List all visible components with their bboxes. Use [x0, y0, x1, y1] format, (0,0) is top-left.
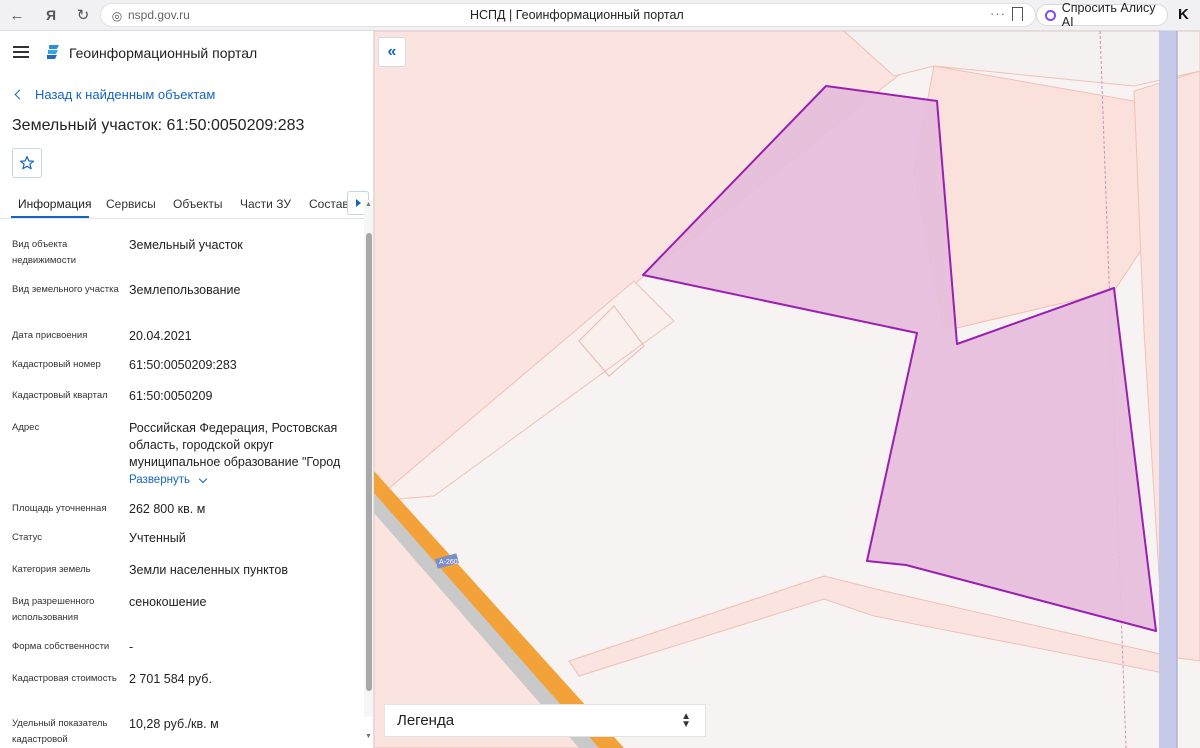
- property-value: 2 701 584 руб.: [129, 672, 212, 686]
- legend-selector[interactable]: Легенда ▲ ▼: [384, 704, 706, 737]
- reload-icon[interactable]: ↻: [72, 4, 94, 26]
- property-label: Вид земельного участка: [12, 284, 119, 295]
- property-label: Адрес: [12, 422, 40, 433]
- property-label: Площадь уточненная: [12, 503, 107, 514]
- property-label: Форма собственности: [12, 641, 110, 652]
- highway-strip: [1159, 31, 1177, 748]
- property-value: 262 800 кв. м: [129, 502, 206, 516]
- property-label: Удельный показатель кадастровой: [12, 718, 108, 745]
- ask-alice-label: Спросить Алису AI: [1061, 1, 1156, 29]
- object-info-panel: Геоинформационный портал Назад к найденн…: [0, 31, 374, 748]
- expand-address-link[interactable]: Развернуть: [129, 474, 208, 486]
- caret-right-icon: [355, 199, 361, 207]
- back-link-label: Назад к найденным объектам: [35, 87, 216, 102]
- favorite-button[interactable]: [12, 148, 42, 178]
- property-label: Кадастровый номер: [12, 359, 101, 370]
- chevron-left-icon: [14, 89, 25, 100]
- property-label: Кадастровая стоимость: [12, 673, 117, 684]
- back-arrow-icon[interactable]: ←: [6, 4, 28, 26]
- road-shield-label: А-260: [439, 559, 458, 566]
- property-label: Статус: [12, 532, 43, 543]
- legend-label: Легенда: [397, 712, 455, 729]
- page-tab-title: НСПД | Геоинформационный портал: [470, 8, 684, 22]
- property-value: сенокошение: [129, 595, 207, 609]
- site-info-icon[interactable]: ◎: [106, 5, 128, 27]
- property-value: 20.04.2021: [129, 329, 192, 343]
- property-value: 61:50:0050209:283: [129, 358, 237, 372]
- tab-services[interactable]: Сервисы: [106, 197, 156, 211]
- info-tabs: Информация Сервисы Объекты Части ЗУ Сост…: [0, 189, 373, 219]
- yandex-icon[interactable]: Я: [40, 4, 62, 26]
- tab-parts[interactable]: Части ЗУ: [240, 197, 291, 211]
- object-title: Земельный участок: 61:50:0050209:283: [12, 117, 305, 134]
- bookmark-icon[interactable]: [1012, 7, 1023, 21]
- map-canvas[interactable]: А-260: [374, 31, 1200, 748]
- property-label: Вид объекта недвижимости: [12, 239, 77, 266]
- property-value: Учтенный: [129, 531, 186, 545]
- tab-objects[interactable]: Объекты: [173, 197, 223, 211]
- property-label: Вид разрешенного использования: [12, 596, 95, 623]
- property-value: 10,28 руб./кв. м: [129, 717, 219, 731]
- property-value: -: [129, 640, 134, 654]
- active-tab-indicator: [11, 216, 89, 218]
- background-parcel: [843, 31, 1200, 87]
- portal-title: Геоинформационный портал: [69, 45, 258, 61]
- back-to-results-link[interactable]: Назад к найденным объектам: [14, 87, 216, 102]
- tab-composition[interactable]: Состав: [309, 197, 349, 211]
- property-value: 61:50:0050209: [129, 389, 213, 403]
- property-label: Категория земель: [12, 564, 91, 575]
- property-value: Земли населенных пунктов: [129, 563, 288, 577]
- chevron-down-icon: [198, 474, 208, 483]
- more-icon[interactable]: ···: [990, 6, 1006, 21]
- expand-label: Развернуть: [129, 474, 190, 486]
- menu-icon[interactable]: [13, 46, 29, 58]
- property-label: Дата присвоения: [12, 330, 88, 341]
- ask-alice-button[interactable]: Спросить Алису AI: [1036, 1, 1168, 29]
- tab-information[interactable]: Информация: [18, 197, 91, 211]
- extension-icon[interactable]: K: [1178, 6, 1189, 23]
- collapse-panel-button[interactable]: «: [378, 37, 406, 67]
- property-value: Земельный участок: [129, 238, 243, 252]
- url-text[interactable]: nspd.gov.ru: [128, 8, 190, 22]
- property-value: Российская Федерация, Ростовская область…: [129, 421, 341, 469]
- map-layer: А-260: [374, 31, 1200, 748]
- scroll-down-icon[interactable]: ▼: [365, 733, 372, 740]
- panel-scrollbar-thumb[interactable]: [366, 233, 372, 691]
- scroll-up-icon[interactable]: ▲: [365, 201, 372, 208]
- property-label: Кадастровый квартал: [12, 390, 108, 401]
- alice-icon: [1045, 9, 1056, 21]
- browser-toolbar: ← Я ↻ ◎ nspd.gov.ru НСПД | Геоинформацио…: [0, 0, 1200, 31]
- property-value: Землепользование: [129, 283, 241, 297]
- portal-logo-icon: [47, 45, 59, 59]
- star-icon: [19, 156, 35, 170]
- chevron-up-down-icon: ▲ ▼: [681, 711, 691, 730]
